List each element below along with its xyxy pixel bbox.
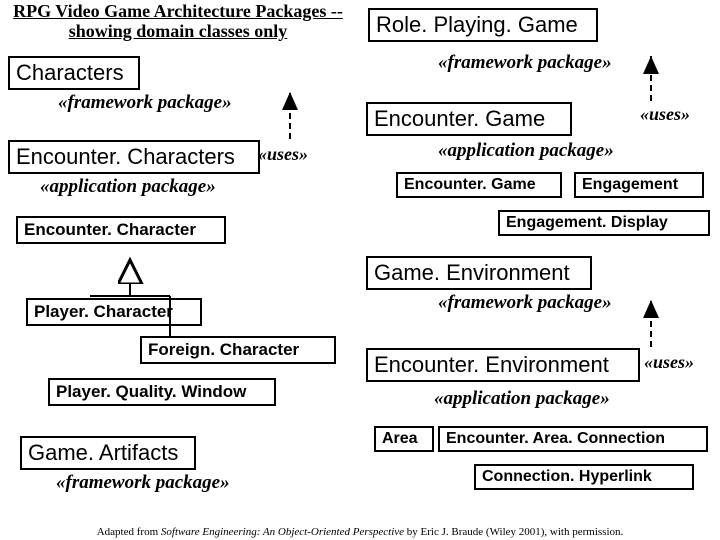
pkg-role-playing-game: Role. Playing. Game — [368, 8, 598, 42]
cls-engagement-display: Engagement. Display — [498, 210, 710, 236]
cls-foreign-character: Foreign. Character — [140, 336, 336, 364]
pkg-characters: Characters — [8, 56, 140, 90]
diagram-title: RPG Video Game Architecture Packages --s… — [8, 2, 348, 42]
stereo-env-framework: «framework package» — [438, 292, 612, 314]
cls-encounter-game: Encounter. Game — [396, 172, 562, 198]
uses-label-1: «uses» — [258, 144, 308, 165]
pkg-game-environment: Game. Environment — [366, 256, 592, 290]
pkg-encounter-characters: Encounter. Characters — [8, 140, 260, 174]
cls-area: Area — [374, 426, 434, 452]
pkg-game-artifacts: Game. Artifacts — [20, 436, 196, 470]
citation: Adapted from Software Engineering: An Ob… — [0, 526, 720, 538]
cls-engagement: Engagement — [574, 172, 704, 198]
cls-enc-area-connection: Encounter. Area. Connection — [438, 426, 708, 452]
stereo-enc-env-app: «application package» — [434, 388, 610, 410]
cls-player-quality-window: Player. Quality. Window — [48, 378, 276, 406]
pkg-encounter-environment: Encounter. Environment — [366, 348, 640, 382]
stereo-rpg-framework: «framework package» — [438, 52, 612, 74]
uses-label-2: «uses» — [640, 104, 690, 125]
stereo-enc-game-app: «application package» — [438, 140, 614, 162]
cls-connection-hyperlink: Connection. Hyperlink — [474, 464, 694, 490]
stereo-characters-framework: «framework package» — [58, 92, 232, 114]
pkg-encounter-game: Encounter. Game — [366, 102, 572, 136]
cls-encounter-character: Encounter. Character — [16, 216, 226, 244]
stereo-enc-char-app: «application package» — [40, 176, 216, 198]
uses-label-3: «uses» — [644, 352, 694, 373]
stereo-artifacts-framework: «framework package» — [56, 472, 230, 494]
cls-player-character: Player. Character — [26, 298, 202, 326]
